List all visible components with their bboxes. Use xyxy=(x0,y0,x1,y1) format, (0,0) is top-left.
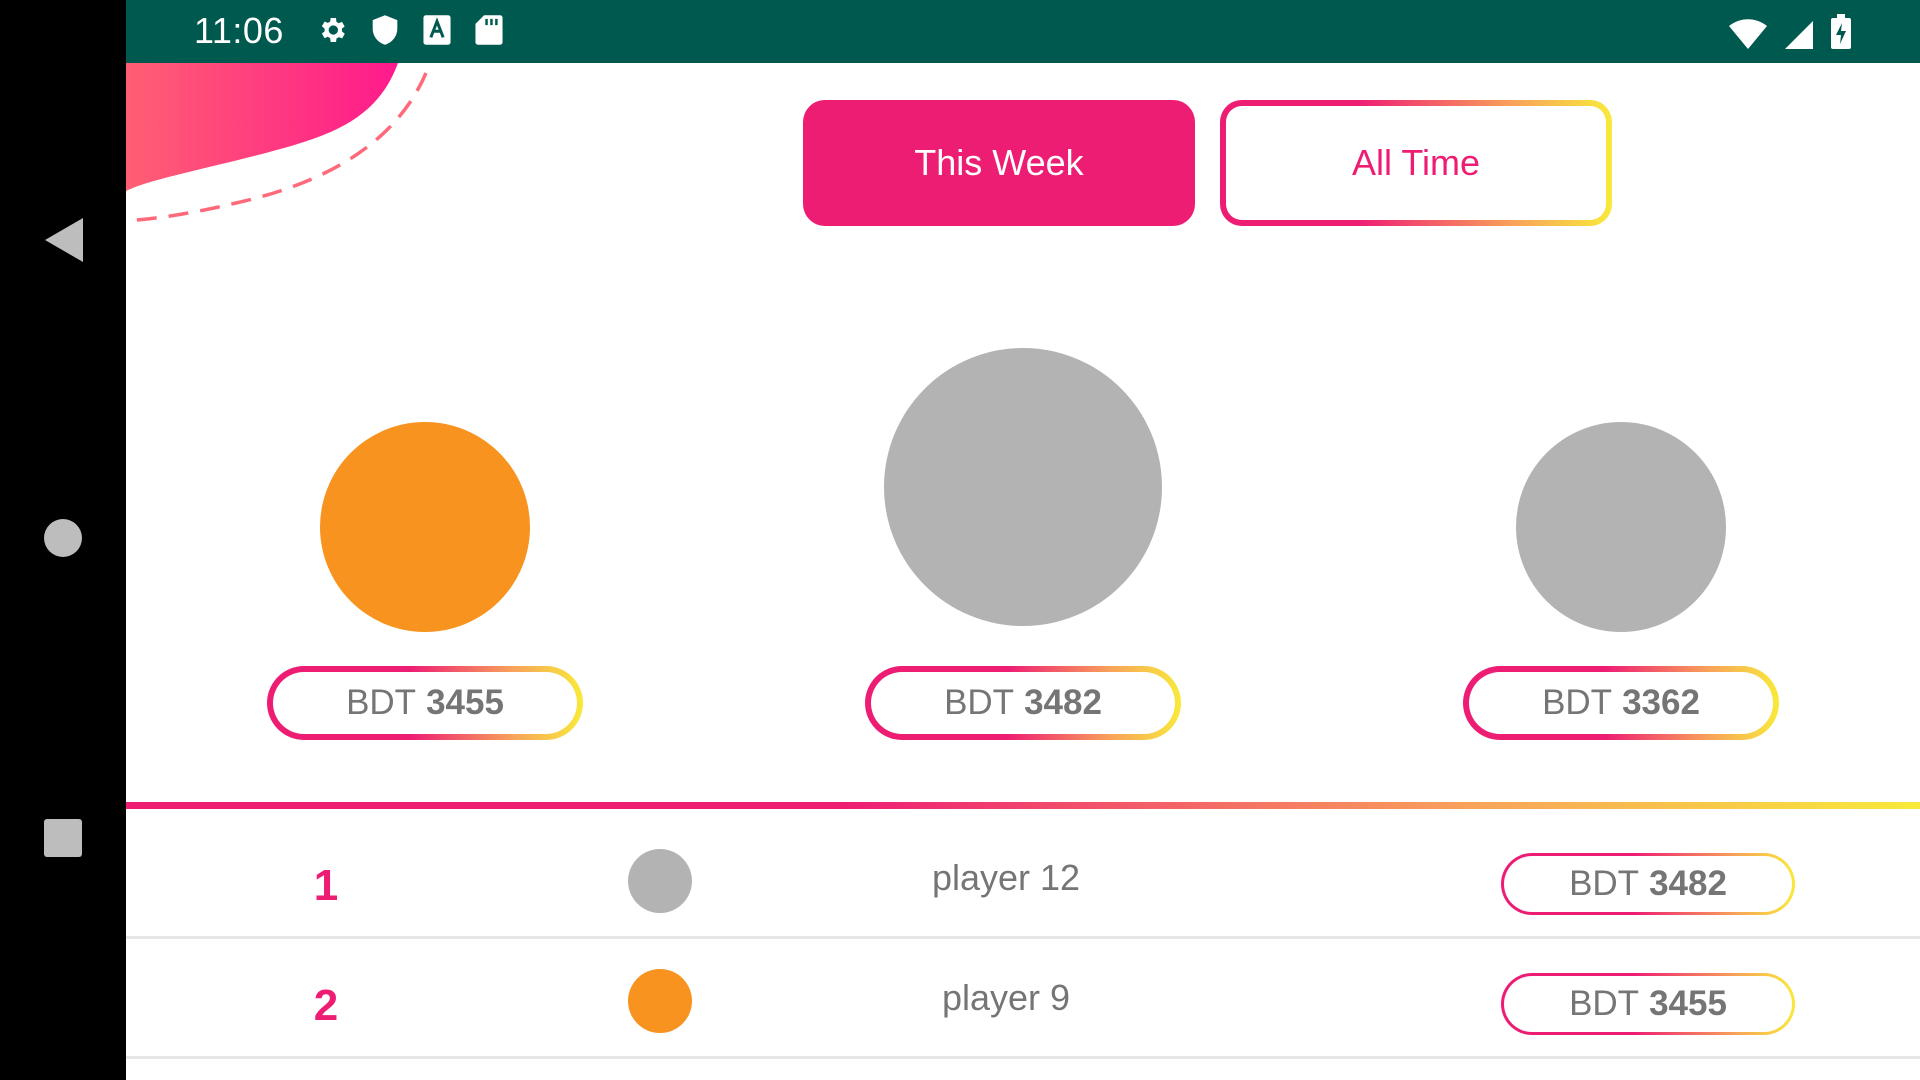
leaderboard-row[interactable]: 2 player 9 BDT 3455 xyxy=(126,941,1920,1059)
podium-avatar-center[interactable] xyxy=(884,348,1162,626)
sd-card-icon xyxy=(475,15,503,45)
battery-charging-icon xyxy=(1831,14,1851,49)
player-name: player 12 xyxy=(931,857,1081,898)
podium-score-left: BDT 3455 xyxy=(267,666,583,740)
tab-this-week[interactable]: This Week xyxy=(803,100,1195,226)
back-button[interactable] xyxy=(0,214,126,266)
currency-label: BDT xyxy=(1569,864,1640,903)
player-score-badge: BDT 3455 xyxy=(1501,973,1795,1035)
podium-score-center: BDT 3482 xyxy=(865,666,1181,740)
currency-label: BDT xyxy=(346,683,417,722)
text-a-icon xyxy=(423,15,451,45)
status-icons-left xyxy=(316,14,504,46)
home-button[interactable] xyxy=(0,518,126,558)
player-score-badge: BDT 3482 xyxy=(1501,853,1795,915)
signal-icon xyxy=(1785,21,1813,49)
player-avatar xyxy=(628,969,692,1033)
recents-button[interactable] xyxy=(0,818,126,858)
row-divider xyxy=(126,936,1920,939)
app-screen: 11:06 This Week All Time BDT 3455 BDT 34… xyxy=(126,0,1920,1080)
recents-icon xyxy=(44,819,82,857)
gear-icon xyxy=(321,18,345,42)
leaderboard-divider xyxy=(126,802,1920,809)
row-divider xyxy=(126,1056,1920,1059)
wifi-icon xyxy=(1729,19,1767,49)
score-value: 3455 xyxy=(1649,984,1727,1023)
currency-label: BDT xyxy=(1569,984,1640,1023)
score-value: 3482 xyxy=(1024,683,1102,722)
score-value: 3455 xyxy=(426,683,504,722)
status-time: 11:06 xyxy=(194,10,284,51)
leaderboard-row[interactable]: 1 player 12 BDT 3482 xyxy=(126,821,1920,939)
podium-avatar-left[interactable] xyxy=(320,422,530,632)
rank-number: 1 xyxy=(313,861,339,910)
status-bar: 11:06 xyxy=(126,0,1920,63)
podium-score-right: BDT 3362 xyxy=(1463,666,1779,740)
back-icon xyxy=(45,218,83,262)
navigation-bar xyxy=(0,0,126,1080)
player-avatar xyxy=(628,849,692,913)
currency-label: BDT xyxy=(1542,683,1613,722)
status-icons-right xyxy=(1728,14,1852,50)
currency-label: BDT xyxy=(944,683,1015,722)
score-value: 3362 xyxy=(1622,683,1700,722)
tab-all-time[interactable]: All Time xyxy=(1220,100,1612,226)
player-name: player 9 xyxy=(941,977,1071,1018)
rank-number: 2 xyxy=(313,981,339,1030)
decorative-blob xyxy=(126,63,428,223)
podium-avatar-right[interactable] xyxy=(1516,422,1726,632)
home-icon xyxy=(44,519,82,557)
shield-icon xyxy=(372,15,398,45)
score-value: 3482 xyxy=(1649,864,1727,903)
